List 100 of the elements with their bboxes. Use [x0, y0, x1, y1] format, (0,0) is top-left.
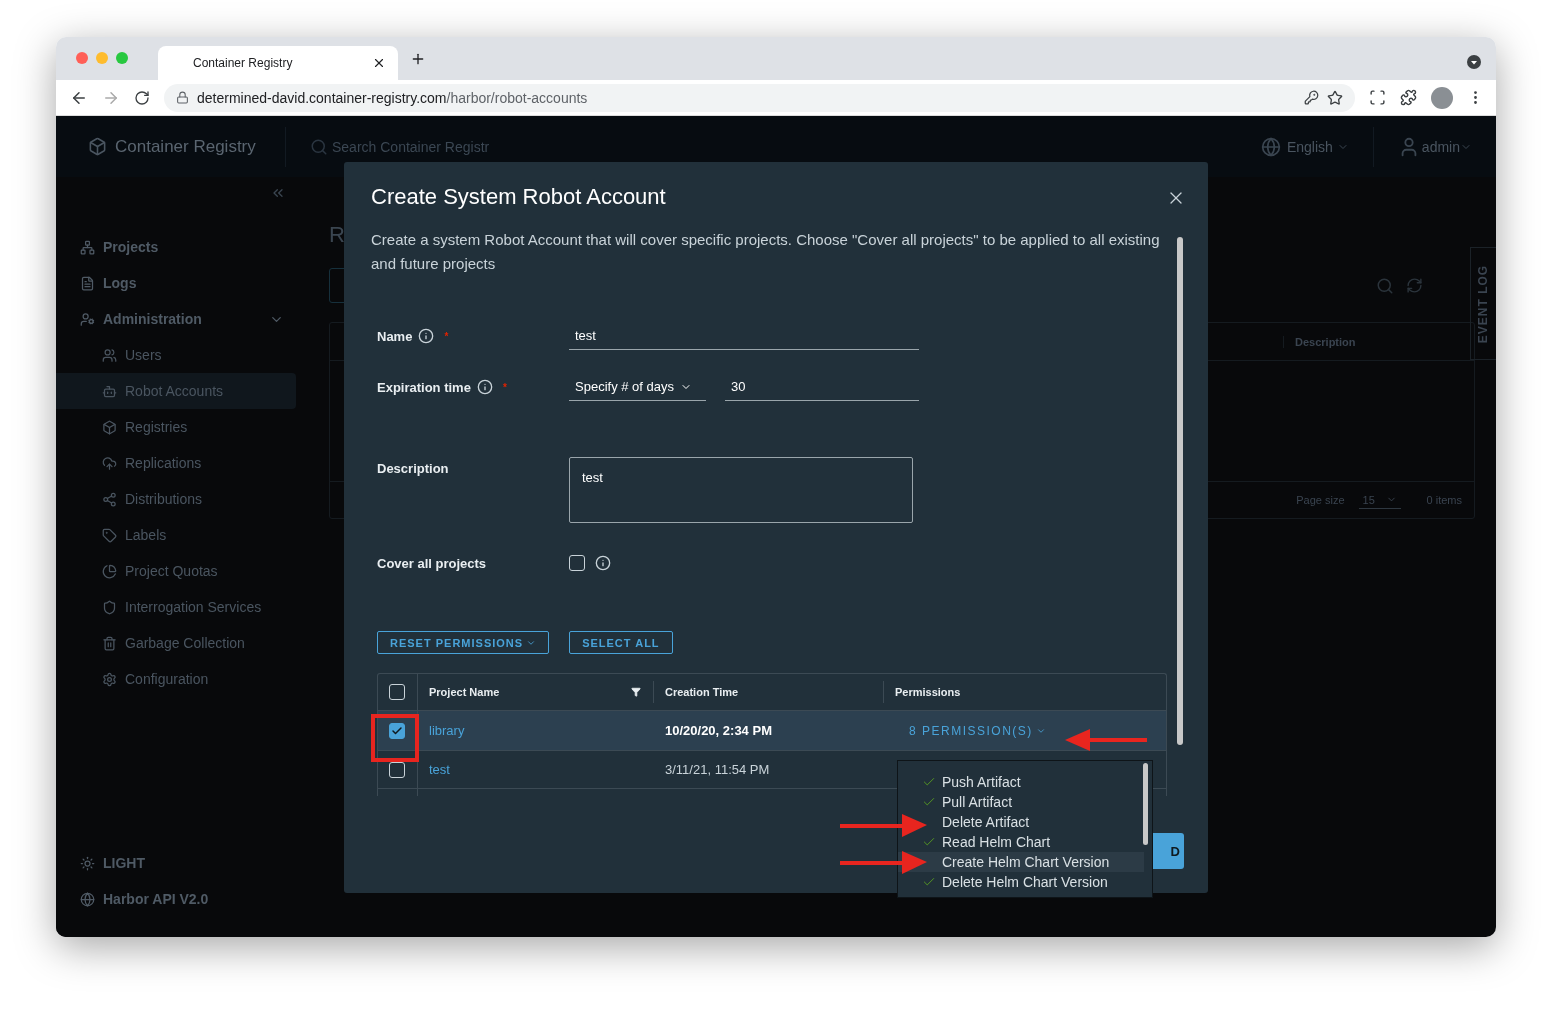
key-icon[interactable]	[1304, 90, 1319, 105]
url-text: determined-david.container-registry.com/harbor/robot-accounts	[197, 89, 589, 106]
sidebar-footer-item[interactable]: LIGHT	[56, 845, 296, 881]
page-size-select[interactable]: 15	[1358, 491, 1401, 509]
sidebar-item[interactable]: Projects	[56, 229, 296, 265]
language-dropdown[interactable]: English	[1236, 136, 1373, 157]
users-icon	[102, 347, 117, 363]
sidebar-item[interactable]: Labels	[56, 517, 296, 553]
puzzle-icon[interactable]	[1400, 89, 1417, 106]
permissions-dropdown[interactable]: 8 PERMISSION(S)	[909, 723, 1046, 738]
field-label: Description	[377, 461, 449, 476]
star-icon[interactable]	[1327, 89, 1343, 106]
highlight-frame	[371, 714, 419, 762]
item-count: 0 items	[1426, 494, 1462, 506]
check-icon	[922, 875, 936, 889]
permission-item[interactable]: Push Artifact	[898, 772, 1144, 792]
scrollbar[interactable]	[1177, 237, 1183, 745]
required-mark: *	[444, 330, 449, 342]
sidebar-item[interactable]: Replications	[56, 445, 296, 481]
profile-avatar[interactable]	[1431, 86, 1453, 109]
cube-icon	[102, 419, 117, 435]
browser-tab[interactable]: Container Registry	[158, 46, 398, 80]
info-icon[interactable]	[476, 379, 493, 395]
tab-title: Container Registry	[193, 56, 293, 70]
sidebar-item[interactable]: Garbage Collection	[56, 625, 296, 661]
outline-button[interactable]: RESET PERMISSIONS	[377, 631, 550, 654]
share-icon	[102, 491, 117, 507]
checkbox[interactable]	[389, 722, 405, 739]
checkbox[interactable]	[389, 761, 405, 778]
required-mark: *	[502, 381, 507, 393]
check-icon	[922, 835, 936, 849]
column-header: Project Name	[429, 686, 501, 698]
page-size-label: Page size	[1296, 494, 1345, 506]
close-icon[interactable]	[372, 56, 386, 70]
project-link[interactable]: library	[429, 723, 465, 738]
permission-item[interactable]: Read Helm Chart	[898, 832, 1144, 852]
sidebar-item[interactable]: Logs	[56, 265, 296, 301]
sidebar-item[interactable]: Project Quotas	[56, 553, 296, 589]
reload-icon[interactable]	[134, 89, 150, 106]
column-header: Permissions	[895, 686, 962, 698]
sidebar-item[interactable]: Robot Accounts	[56, 373, 296, 409]
page-title: R	[329, 222, 345, 249]
dialog-description: Create a system Robot Account that will cover specific projects. Choose "Cover all projects" to be applied to all existing and future projects	[371, 230, 1161, 274]
dialog-title: Create System Robot Account	[371, 183, 666, 211]
description-field[interactable]: test	[569, 457, 913, 523]
search-field[interactable]: Search Container Registr	[332, 138, 1237, 155]
globe-icon	[1260, 136, 1281, 157]
lock-icon	[176, 91, 189, 104]
hierarchy-icon	[80, 239, 95, 255]
field-label: Cover all projects	[377, 555, 487, 571]
table-cell: 3/11/21, 11:54 PM	[665, 762, 770, 777]
name-field[interactable]: test	[569, 322, 919, 350]
field-label: Expiration time	[377, 379, 471, 395]
info-icon[interactable]	[418, 328, 435, 344]
sidebar-item[interactable]: Users	[56, 337, 296, 373]
settings-icon	[102, 671, 117, 687]
check-icon	[391, 724, 403, 737]
checkbox[interactable]	[389, 684, 405, 700]
sidebar-item[interactable]: Administration	[56, 301, 296, 337]
sidebar-item[interactable]: Distributions	[56, 481, 296, 517]
pie-chart-icon	[102, 563, 117, 579]
expiration-select[interactable]: Specify # of days	[569, 373, 706, 401]
checkbox[interactable]	[569, 555, 585, 571]
days-field[interactable]: 30	[725, 373, 919, 401]
trash-icon	[102, 635, 117, 651]
user-gear-icon	[80, 311, 95, 327]
table-cell: 10/20/20, 2:34 PM	[665, 723, 772, 738]
event-log-tab[interactable]: EVENT LOG	[1470, 247, 1496, 360]
sidebar-item[interactable]: Registries	[56, 409, 296, 445]
permission-item[interactable]: Create Helm Chart Version	[898, 852, 1144, 872]
brand-name[interactable]: Container Registry	[115, 136, 285, 157]
sun-icon	[80, 855, 95, 871]
filter-icon[interactable]	[631, 687, 641, 697]
cloud-icon	[102, 455, 117, 471]
field-label: Name	[377, 328, 413, 344]
document-icon	[80, 275, 95, 291]
cube-icon	[88, 137, 107, 156]
project-link[interactable]: test	[429, 762, 450, 777]
tag-icon	[102, 527, 117, 543]
screen-icon[interactable]	[1369, 89, 1386, 106]
permission-item[interactable]: Delete Artifact	[898, 812, 1144, 832]
column-header: Creation Time	[665, 686, 740, 698]
sidebar-item[interactable]: Configuration	[56, 661, 296, 697]
check-icon	[922, 775, 936, 789]
outline-button[interactable]: SELECT ALL	[569, 631, 673, 654]
sidebar-footer-item[interactable]: Harbor API V2.0	[56, 881, 296, 917]
sidebar-item[interactable]: Interrogation Services	[56, 589, 296, 625]
user-dropdown[interactable]: admin	[1373, 135, 1496, 158]
scrollbar[interactable]	[1143, 763, 1148, 845]
info-icon[interactable]	[595, 555, 611, 571]
robot-icon	[102, 383, 117, 399]
permission-item[interactable]: Delete Helm Chart Version	[898, 872, 1144, 892]
globe-icon	[80, 891, 95, 907]
check-icon	[922, 795, 936, 809]
address-bar[interactable]: determined-david.container-registry.com/harbor/robot-accounts	[164, 83, 1355, 112]
permission-item[interactable]: Pull Artifact	[898, 792, 1144, 812]
shield-icon	[102, 599, 117, 615]
tab-search-icon[interactable]	[1467, 55, 1481, 69]
search-icon	[310, 137, 328, 156]
column-header: Description	[1283, 335, 1474, 348]
